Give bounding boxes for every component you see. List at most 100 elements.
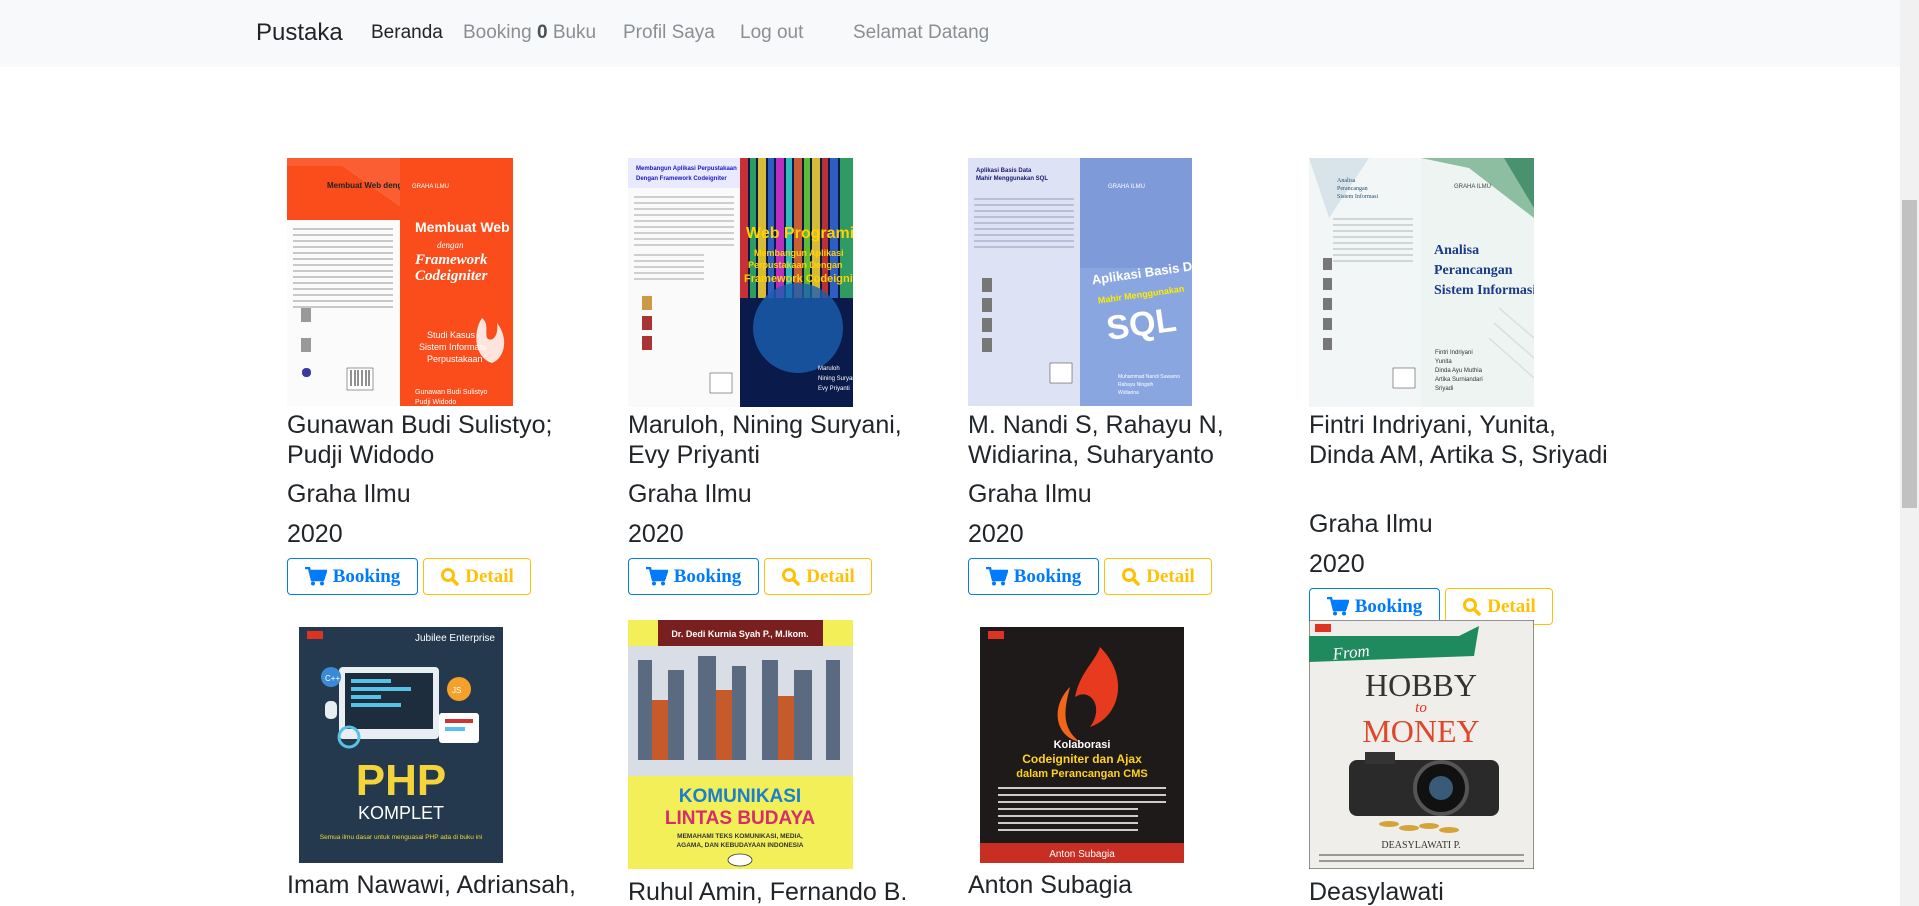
detail-button[interactable]: Detail — [764, 558, 872, 595]
detail-label: Detail — [1487, 595, 1536, 617]
nav-booking[interactable]: Booking 0 Buku — [463, 22, 596, 44]
detail-label: Detail — [806, 565, 855, 587]
cover-logo: GRAHA ILMU — [1454, 184, 1491, 190]
cover-logo: GRAHA ILMU — [1108, 184, 1145, 190]
detail-label: Detail — [1146, 565, 1195, 587]
cart-icon — [985, 567, 1008, 586]
svg-text:Fintri Indriyani: Fintri Indriyani — [1435, 350, 1473, 356]
book-year: 2020 — [1309, 550, 1365, 578]
svg-text:Kolaborasi: Kolaborasi — [1054, 739, 1111, 751]
booking-label: Booking — [332, 565, 401, 587]
booking-button[interactable]: Booking — [628, 558, 759, 595]
svg-text:Framework: Framework — [414, 252, 488, 268]
nav-profile[interactable]: Profil Saya — [623, 22, 715, 44]
book-publisher: Graha Ilmu — [1309, 510, 1433, 538]
book-author: Anton Subagia — [968, 871, 1133, 899]
booking-label: Booking — [1013, 565, 1082, 587]
cover-subtitle: KOMPLET — [358, 803, 444, 823]
book-publisher: Graha Ilmu — [628, 480, 752, 508]
book-cover-image[interactable]: Jubilee Enterprise C++ JS PHP KOMPLET Se… — [299, 627, 503, 863]
svg-text:Evy Priyanti: Evy Priyanti — [818, 386, 850, 392]
cover-title: PHP — [356, 756, 446, 805]
book-author: Deasylawati — [1309, 878, 1444, 906]
svg-text:Artika Surniandari: Artika Surniandari — [1435, 377, 1483, 383]
svg-text:C++: C++ — [325, 674, 340, 683]
book-author: Ruhul Amin, Fernando B. — [628, 878, 908, 906]
cart-icon — [645, 567, 668, 586]
svg-text:Perancangan: Perancangan — [1434, 263, 1513, 278]
svg-text:Perpustakaan Dengan: Perpustakaan Dengan — [748, 260, 843, 270]
page-scrollbar[interactable] — [1900, 0, 1919, 906]
search-icon — [782, 568, 800, 586]
cover-author: Dr. Dedi Kurnia Syah P., M.Ikom. — [671, 629, 808, 639]
svg-text:Analisa: Analisa — [1434, 243, 1479, 258]
book-author: M. Nandi S, Rahayu N, Widiarina, Suharya… — [968, 411, 1224, 469]
svg-text:Membangun Aplikasi: Membangun Aplikasi — [754, 248, 844, 258]
booking-button[interactable]: Booking — [968, 558, 1099, 595]
book-cover-image[interactable]: Membangun Aplikasi Perpustakaan Dengan F… — [628, 158, 853, 407]
booking-label: Booking — [673, 565, 742, 587]
cover-tagline: Semua ilmu dasar untuk menguasai PHP ada… — [320, 834, 482, 841]
book-author: Imam Nawawi, Adriansah, — [287, 871, 577, 899]
svg-text:Maruloh: Maruloh — [818, 366, 840, 372]
book-cover-image[interactable]: Dr. Dedi Kurnia Syah P., M.Ikom. KOMUNIK… — [628, 620, 853, 869]
booking-button[interactable]: Booking — [287, 558, 418, 595]
navbar: Pustaka Beranda Booking 0 Buku Profil Sa… — [0, 0, 1900, 67]
book-year: 2020 — [287, 520, 343, 548]
nav-booking-prefix: Booking — [463, 22, 532, 43]
svg-text:KOMUNIKASI: KOMUNIKASI — [679, 786, 801, 807]
book-cover-image[interactable]: From HOBBY to MONEY DEASYLAWATI P. — [1309, 620, 1534, 869]
svg-text:Analisa: Analisa — [1337, 178, 1356, 184]
welcome-text: Selamat Datang — [853, 22, 990, 43]
nav-booking-suffix: Buku — [552, 22, 597, 43]
cover-from: From — [1331, 641, 1371, 664]
svg-text:Codeigniter dan Ajax: Codeigniter dan Ajax — [1022, 752, 1142, 766]
svg-text:Widiarina: Widiarina — [1118, 390, 1139, 396]
book-cover-image[interactable]: Membuat Web dengan Framework Codeigniter… — [287, 158, 513, 406]
svg-text:Perancangan: Perancangan — [1337, 186, 1368, 192]
svg-text:Sriyadi: Sriyadi — [1435, 386, 1453, 392]
booking-label: Booking — [1354, 595, 1423, 617]
book-year: 2020 — [628, 520, 684, 548]
detail-button[interactable]: Detail — [1104, 558, 1212, 595]
svg-text:Yunita: Yunita — [1435, 359, 1452, 365]
nav-logout[interactable]: Log out — [740, 22, 803, 44]
detail-button[interactable]: Detail — [423, 558, 531, 595]
cart-icon — [1326, 597, 1349, 616]
cart-icon — [304, 567, 327, 586]
cover-logo: GRAHA ILMU — [412, 184, 449, 190]
svg-text:Web Programing: Web Programing — [746, 225, 853, 242]
svg-text:Muhammad Nandi Suwarno: Muhammad Nandi Suwarno — [1118, 374, 1180, 380]
brand-link[interactable]: Pustaka — [256, 19, 343, 47]
book-publisher: Graha Ilmu — [968, 480, 1092, 508]
detail-label: Detail — [465, 565, 514, 587]
book-cover-image[interactable]: Kolaborasi Codeigniter dan Ajax dalam Pe… — [980, 627, 1184, 863]
svg-text:JS: JS — [452, 686, 461, 695]
svg-text:Dinda Ayu Muthia: Dinda Ayu Muthia — [1435, 368, 1483, 374]
svg-text:Membuat Web: Membuat Web — [415, 219, 510, 235]
svg-text:Sistem Informasi: Sistem Informasi — [1337, 193, 1378, 200]
svg-text:Aplikasi Basis Data: Aplikasi Basis Data — [976, 168, 1032, 174]
svg-text:Nining Suryani: Nining Suryani — [818, 376, 853, 382]
svg-text:Studi Kasus: Studi Kasus — [427, 330, 476, 340]
search-icon — [441, 568, 459, 586]
svg-text:LINTAS BUDAYA: LINTAS BUDAYA — [665, 808, 816, 829]
booking-count: 0 — [536, 22, 548, 43]
cover-author: Anton Subagia — [1049, 849, 1115, 860]
book-cover-image[interactable]: Aplikasi Basis Data Mahir Menggunakan SQ… — [968, 158, 1192, 406]
cover-author: DEASYLAWATI P. — [1381, 840, 1460, 851]
svg-text:Framework Codeigniter: Framework Codeigniter — [744, 273, 853, 285]
book-cover-image[interactable]: Analisa Perancangan Sistem Informasi GRA… — [1309, 158, 1534, 407]
svg-text:MEMAHAMI TEKS KOMUNIKASI, MEDI: MEMAHAMI TEKS KOMUNIKASI, MEDIA, — [677, 833, 803, 840]
svg-text:dengan: dengan — [437, 240, 464, 250]
scrollbar-thumb[interactable] — [1902, 200, 1917, 508]
svg-text:Perpustakaan: Perpustakaan — [427, 354, 483, 364]
nav-home[interactable]: Beranda — [371, 22, 443, 44]
search-icon — [1463, 598, 1481, 616]
cover-hobby: HOBBY — [1365, 667, 1477, 703]
svg-text:Membangun Aplikasi Perpustakaa: Membangun Aplikasi Perpustakaan — [636, 166, 737, 172]
book-author: Maruloh, Nining Suryani, Evy Priyanti — [628, 411, 902, 469]
svg-text:Dengan Framework Codeigniter: Dengan Framework Codeigniter — [636, 176, 727, 182]
svg-text:Pudji Widodo: Pudji Widodo — [415, 399, 456, 406]
svg-text:AGAMA, DAN KEBUDAYAAN INDONESI: AGAMA, DAN KEBUDAYAAN INDONESIA — [676, 842, 803, 849]
